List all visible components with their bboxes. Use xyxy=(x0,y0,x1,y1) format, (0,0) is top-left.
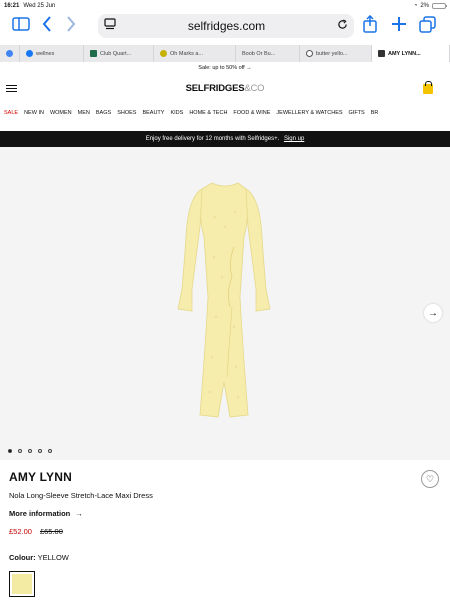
url-text: selfridges.com xyxy=(187,19,266,33)
product-image xyxy=(177,182,271,418)
original-price: £65.00 xyxy=(39,527,63,536)
price-block: £52.00 £65.00 xyxy=(9,527,63,536)
pagination-dot[interactable] xyxy=(38,449,42,453)
nav-item-gifts[interactable]: GIFTS xyxy=(349,110,365,116)
forward-icon[interactable] xyxy=(66,16,76,32)
nav-item-beauty[interactable]: BEAUTY xyxy=(142,110,164,116)
site-favicon-icon xyxy=(160,50,167,57)
delivery-text: Enjoy free delivery for 12 months with S… xyxy=(145,136,280,142)
browser-toolbar: selfridges.com xyxy=(0,11,450,42)
signup-link[interactable]: Sign up xyxy=(284,136,304,142)
nav-item-new-in[interactable]: NEW IN xyxy=(24,110,44,116)
status-date: Wed 25 Jun xyxy=(23,2,56,9)
colour-value: YELLOW xyxy=(37,553,69,562)
browser-tab-active[interactable]: AMY LYNN... xyxy=(372,45,450,62)
nav-item-kids[interactable]: KIDS xyxy=(170,110,183,116)
share-icon[interactable] xyxy=(363,15,377,33)
nav-item-jewellery-watches[interactable]: JEWELLERY & WATCHES xyxy=(276,110,342,116)
shopping-bag-icon[interactable] xyxy=(423,81,433,94)
site-logo[interactable]: SELFRIDGES&CO xyxy=(186,83,265,94)
reload-icon[interactable] xyxy=(337,17,348,35)
nav-item-bags[interactable]: BAGS xyxy=(96,110,111,116)
logo-text: SELFRIDGES xyxy=(185,83,245,94)
pagination-dot[interactable] xyxy=(28,449,32,453)
address-bar[interactable]: selfridges.com xyxy=(98,14,354,38)
pagination-dot[interactable] xyxy=(48,449,52,453)
nav-item-home-tech[interactable]: HOME & TECH xyxy=(189,110,227,116)
battery-percent: 2% xyxy=(420,2,429,9)
nav-item-brands[interactable]: BR xyxy=(371,110,379,116)
nav-item-shoes[interactable]: SHOES xyxy=(117,110,136,116)
browser-tab[interactable]: Boob Or Bu... xyxy=(236,45,300,62)
wishlist-heart-icon[interactable]: ♡ xyxy=(421,470,439,488)
nav-item-women[interactable]: WOMEN xyxy=(50,110,72,116)
status-bar: 16:21 Wed 25 Jun ◔ 2% xyxy=(0,0,450,11)
sidebar-icon[interactable] xyxy=(12,17,30,31)
site-favicon-icon xyxy=(306,50,313,57)
menu-icon[interactable] xyxy=(6,84,17,93)
product-name: Nola Long-Sleeve Stretch-Lace Maxi Dress xyxy=(9,491,153,500)
tab-label: Club Quart... xyxy=(100,50,132,57)
tab-label: Oh Marks a... xyxy=(170,50,204,57)
tab-label: butter yello... xyxy=(316,50,348,57)
sale-price: £52.00 xyxy=(9,527,32,536)
browser-tab-bar: wellnes Club Quart... Oh Marks a... Boob… xyxy=(0,45,450,62)
product-brand[interactable]: AMY LYNN xyxy=(9,470,72,484)
more-information-label: More information xyxy=(9,509,71,518)
pagination-dot[interactable] xyxy=(18,449,22,453)
wifi-icon: ◔ xyxy=(413,2,418,9)
site-favicon-icon xyxy=(90,50,97,57)
arrow-right-icon: → xyxy=(75,509,83,518)
logo-amp: &CO xyxy=(244,83,265,94)
tabs-overview-icon[interactable] xyxy=(419,16,436,33)
browser-tab[interactable]: Oh Marks a... xyxy=(154,45,236,62)
battery-icon xyxy=(432,2,447,9)
product-image-gallery[interactable]: → xyxy=(0,147,450,460)
status-time: 16:21 xyxy=(4,2,20,9)
browser-tab[interactable]: wellnes xyxy=(20,45,84,62)
image-pagination xyxy=(8,449,52,453)
google-icon xyxy=(6,50,13,57)
tab-label: Boob Or Bu... xyxy=(242,50,276,57)
page-settings-icon[interactable] xyxy=(104,17,116,35)
tab-label: wellnes xyxy=(36,50,55,57)
site-header: SELFRIDGES&CO xyxy=(0,75,450,102)
facebook-icon xyxy=(26,50,33,57)
browser-tab[interactable]: butter yello... xyxy=(300,45,372,62)
more-information-link[interactable]: More information → xyxy=(9,509,83,518)
sale-promo-link[interactable]: Sale: up to 50% off → xyxy=(0,62,450,75)
nav-item-food-wine[interactable]: FOOD & WINE xyxy=(233,110,270,116)
browser-tab[interactable]: Club Quart... xyxy=(84,45,154,62)
nav-item-sale[interactable]: SALE xyxy=(4,110,18,116)
pagination-dot[interactable] xyxy=(8,449,12,453)
nav-item-men[interactable]: MEN xyxy=(78,110,90,116)
delivery-banner: Enjoy free delivery for 12 months with S… xyxy=(0,131,450,147)
browser-tab[interactable] xyxy=(0,45,20,62)
new-tab-icon[interactable] xyxy=(391,16,407,32)
tab-label: AMY LYNN... xyxy=(388,50,421,57)
back-icon[interactable] xyxy=(42,16,52,32)
colour-swatch-yellow[interactable] xyxy=(9,571,35,597)
site-favicon-icon xyxy=(378,50,385,57)
next-image-arrow-icon[interactable]: → xyxy=(424,304,442,322)
colour-label: Colour: YELLOW xyxy=(9,553,69,562)
category-nav: SALE NEW IN WOMEN MEN BAGS SHOES BEAUTY … xyxy=(0,102,450,124)
colour-label-text: Colour: xyxy=(9,553,36,562)
